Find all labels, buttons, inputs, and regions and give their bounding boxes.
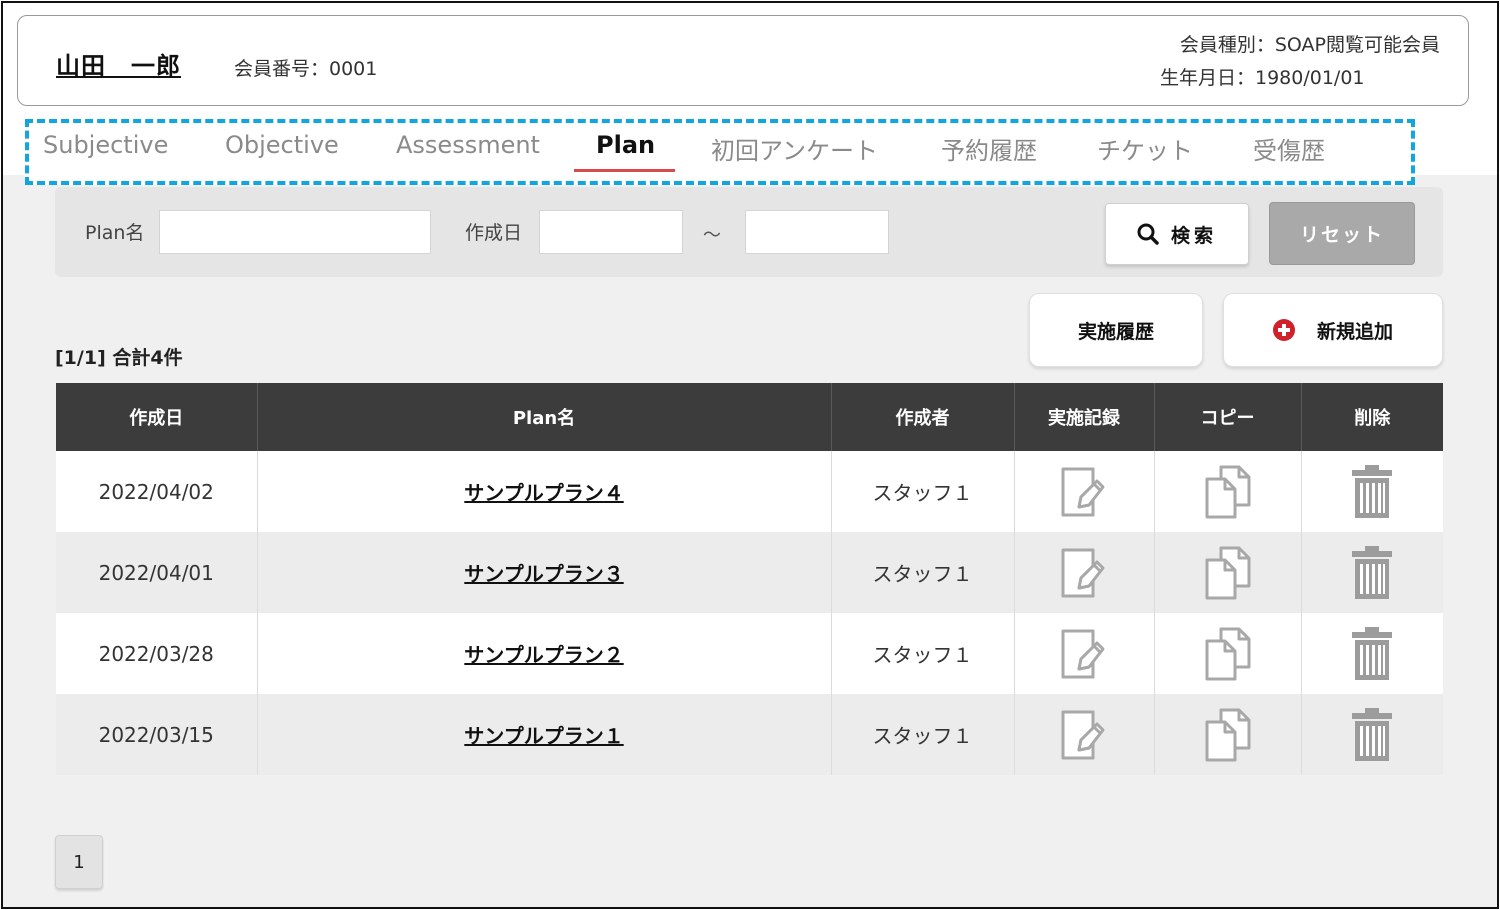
plus-circle-icon (1272, 319, 1295, 341)
tab-reservation-history[interactable]: 予約履歴 (941, 131, 1037, 166)
trash-icon[interactable] (1351, 707, 1393, 763)
plan-name-link[interactable]: サンプルプラン４ (464, 481, 623, 505)
row-author: スタッフ１ (830, 613, 1014, 694)
row-delete-cell (1300, 451, 1443, 532)
plan-name-link[interactable]: サンプルプラン１ (464, 724, 623, 748)
row-date: 2022/04/01 (56, 532, 257, 613)
header-author: 作成者 (830, 383, 1014, 451)
plan-table: 作成日 Plan名 作成者 実施記録 コピー 削除 2022/04/02 サンプ… (56, 383, 1443, 775)
result-count: [1/1] 合計4件 (55, 347, 183, 369)
add-new-button[interactable]: 新規追加 (1223, 293, 1443, 367)
edit-note-icon[interactable] (1059, 627, 1109, 681)
row-record-cell (1013, 694, 1154, 775)
soap-tab-bar: Subjective Objective Assessment Plan 初回ア… (25, 119, 1415, 185)
edit-note-icon[interactable] (1059, 465, 1109, 519)
edit-note-icon[interactable] (1059, 546, 1109, 600)
table-row: 2022/04/02 サンプルプラン４ スタッフ１ (56, 451, 1443, 532)
edit-note-icon[interactable] (1059, 708, 1109, 762)
row-delete-cell (1300, 613, 1443, 694)
row-author: スタッフ１ (830, 694, 1014, 775)
plan-name-input[interactable] (159, 210, 431, 254)
copy-icon[interactable] (1203, 706, 1253, 764)
plan-name-link[interactable]: サンプルプラン３ (464, 562, 623, 586)
search-button-label: 検索 (1170, 224, 1217, 247)
row-author: スタッフ１ (830, 532, 1014, 613)
history-button-label: 実施履歴 (1077, 320, 1154, 343)
search-button[interactable]: 検索 (1105, 203, 1249, 265)
plan-name-label: Plan名 (85, 222, 145, 244)
reset-button[interactable]: リセット (1269, 202, 1415, 265)
date-range-separator: ～ (703, 225, 721, 246)
header-plan-name: Plan名 (256, 383, 831, 451)
trash-icon[interactable] (1351, 545, 1393, 601)
tab-plan[interactable]: Plan (596, 131, 655, 159)
member-info-card: 山田 一郎 会員番号：0001 会員種別：SOAP閲覧可能会員 生年月日：198… (17, 15, 1469, 106)
row-date: 2022/04/02 (56, 451, 257, 532)
header-delete: 削除 (1300, 383, 1443, 451)
header-created-date: 作成日 (56, 383, 257, 451)
table-row: 2022/04/01 サンプルプラン３ スタッフ１ (56, 532, 1443, 613)
pagination-page-1[interactable]: 1 (55, 835, 103, 889)
tab-assessment[interactable]: Assessment (396, 131, 540, 159)
row-plan-cell: サンプルプラン２ (256, 613, 831, 694)
history-button[interactable]: 実施履歴 (1029, 293, 1203, 367)
app-frame: 山田 一郎 会員番号：0001 会員種別：SOAP閲覧可能会員 生年月日：198… (1, 1, 1499, 909)
tab-ticket[interactable]: チケット (1097, 131, 1193, 166)
trash-icon[interactable] (1351, 626, 1393, 682)
row-author: スタッフ１ (830, 451, 1014, 532)
row-record-cell (1013, 613, 1154, 694)
copy-icon[interactable] (1203, 625, 1253, 683)
row-date: 2022/03/28 (56, 613, 257, 694)
header-record: 実施記録 (1013, 383, 1154, 451)
copy-icon[interactable] (1203, 544, 1253, 602)
created-date-label: 作成日 (465, 222, 523, 244)
plan-name-link[interactable]: サンプルプラン２ (464, 643, 623, 667)
row-copy-cell (1153, 532, 1301, 613)
tab-injury-history[interactable]: 受傷歴 (1253, 131, 1325, 166)
table-row: 2022/03/28 サンプルプラン２ スタッフ１ (56, 613, 1443, 694)
row-copy-cell (1153, 451, 1301, 532)
active-tab-underline (574, 169, 675, 172)
date-from-input[interactable] (539, 210, 683, 254)
trash-icon[interactable] (1351, 464, 1393, 520)
search-panel: Plan名 作成日 ～ 検索 リセット (55, 187, 1443, 277)
table-header-row: 作成日 Plan名 作成者 実施記録 コピー 削除 (56, 383, 1443, 451)
header-copy: コピー (1153, 383, 1301, 451)
member-number: 会員番号：0001 (234, 58, 378, 80)
row-plan-cell: サンプルプラン３ (256, 532, 831, 613)
row-record-cell (1013, 532, 1154, 613)
row-delete-cell (1300, 694, 1443, 775)
copy-icon[interactable] (1203, 463, 1253, 521)
row-copy-cell (1153, 694, 1301, 775)
tab-initial-survey[interactable]: 初回アンケート (711, 131, 878, 166)
add-button-label: 新規追加 (1316, 320, 1393, 343)
date-to-input[interactable] (745, 210, 889, 254)
row-record-cell (1013, 451, 1154, 532)
member-birthdate: 生年月日：1980/01/01 (1160, 67, 1365, 89)
row-date: 2022/03/15 (56, 694, 257, 775)
row-plan-cell: サンプルプラン４ (256, 451, 831, 532)
member-type: 会員種別：SOAP閲覧可能会員 (1179, 34, 1440, 56)
tab-subjective[interactable]: Subjective (43, 131, 168, 159)
row-copy-cell (1153, 613, 1301, 694)
tab-objective[interactable]: Objective (225, 131, 339, 159)
row-plan-cell: サンプルプラン１ (256, 694, 831, 775)
search-icon (1137, 223, 1159, 245)
row-delete-cell (1300, 532, 1443, 613)
member-name-link[interactable]: 山田 一郎 (56, 46, 181, 81)
table-row: 2022/03/15 サンプルプラン１ スタッフ１ (56, 694, 1443, 775)
